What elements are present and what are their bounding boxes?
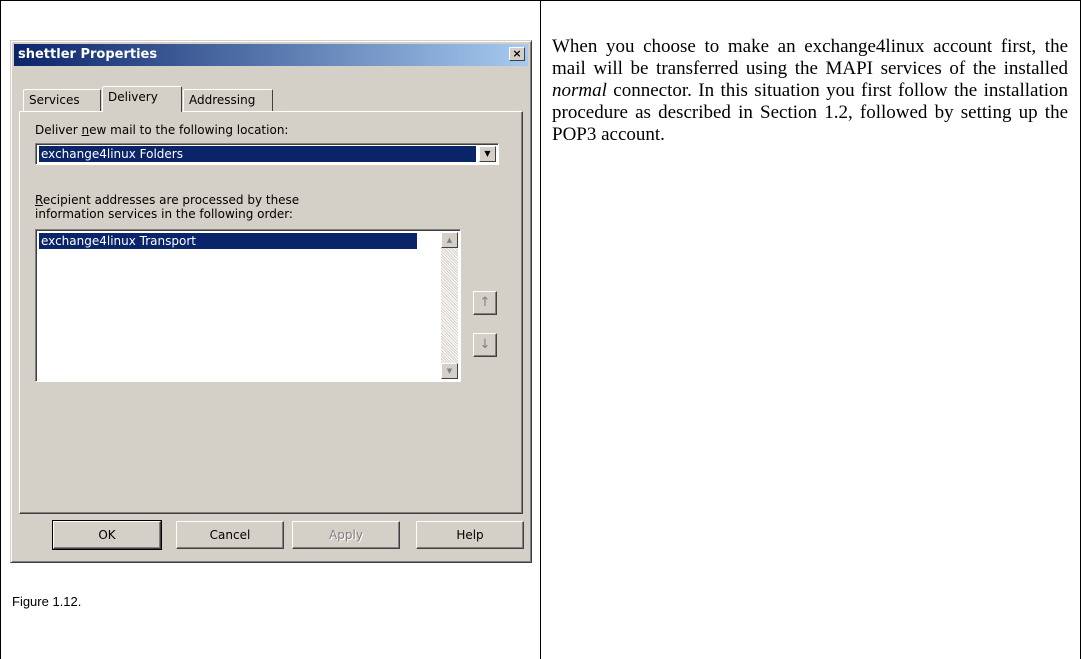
scroll-up-button[interactable]: ▲: [441, 232, 458, 248]
move-up-button[interactable]: ↑: [473, 291, 497, 315]
deliver-label-text-rest: ew mail to the following location:: [89, 123, 289, 137]
triangle-down-icon: ▼: [446, 367, 453, 375]
deliver-label-text: Deliver: [35, 123, 82, 137]
scroll-down-button[interactable]: ▼: [441, 363, 458, 379]
table-column-divider: [540, 0, 541, 659]
tab-services-label: Services: [29, 93, 80, 107]
dialog-titlebar[interactable]: shettler Properties ×: [14, 44, 528, 66]
ok-button[interactable]: OK: [52, 520, 162, 550]
triangle-up-icon: ▲: [446, 236, 453, 244]
apply-button-label: Apply: [329, 528, 363, 542]
deliver-location-value: exchange4linux Folders: [39, 146, 476, 162]
tab-delivery[interactable]: Delivery: [102, 86, 182, 112]
body-paragraph: When you choose to make an exchange4linu…: [552, 36, 1068, 146]
deliver-location-combo[interactable]: exchange4linux Folders ▼: [35, 143, 499, 165]
properties-dialog: shettler Properties × Services Delivery …: [10, 40, 532, 563]
recipient-label-line1: ecipient addresses are processed by thes…: [42, 193, 300, 207]
figure-caption: Figure 1.12.: [12, 594, 82, 609]
combo-dropdown-button[interactable]: ▼: [479, 146, 496, 162]
tab-addressing-label: Addressing: [189, 93, 256, 107]
down-arrow-icon: ↓: [479, 337, 491, 352]
deliver-location-label: Deliver new mail to the following locati…: [35, 123, 288, 137]
chevron-down-icon: ▼: [484, 149, 491, 158]
paragraph-emphasis: normal: [552, 80, 607, 101]
table-left-border: [0, 0, 1, 659]
paragraph-text: When you choose to make an exchange4linu…: [552, 36, 1068, 79]
close-icon: ×: [512, 47, 522, 60]
deliver-label-accelerator: n: [81, 123, 90, 137]
dialog-title: shettler Properties: [18, 47, 158, 62]
recipient-order-label: Recipient addresses are processed by the…: [35, 193, 299, 221]
move-down-button[interactable]: ↓: [473, 333, 497, 357]
recipient-label-accelerator: R: [35, 193, 43, 207]
up-arrow-icon: ↑: [479, 295, 491, 310]
close-button[interactable]: ×: [509, 47, 525, 61]
tab-services[interactable]: Services: [23, 89, 101, 111]
help-button[interactable]: Help: [416, 521, 524, 549]
listbox-scrollbar[interactable]: ▲ ▼: [441, 232, 458, 379]
paragraph-text-rest: connector. In this situation you first f…: [552, 80, 1068, 145]
recipient-label-line2: information services in the following or…: [35, 207, 293, 221]
services-listbox[interactable]: exchange4linux Transport ▲ ▼: [35, 229, 461, 382]
tab-addressing[interactable]: Addressing: [183, 89, 273, 111]
list-item[interactable]: exchange4linux Transport: [39, 233, 417, 249]
tab-delivery-label: Delivery: [108, 90, 158, 104]
apply-button[interactable]: Apply: [292, 521, 400, 549]
cancel-button[interactable]: Cancel: [176, 521, 284, 549]
